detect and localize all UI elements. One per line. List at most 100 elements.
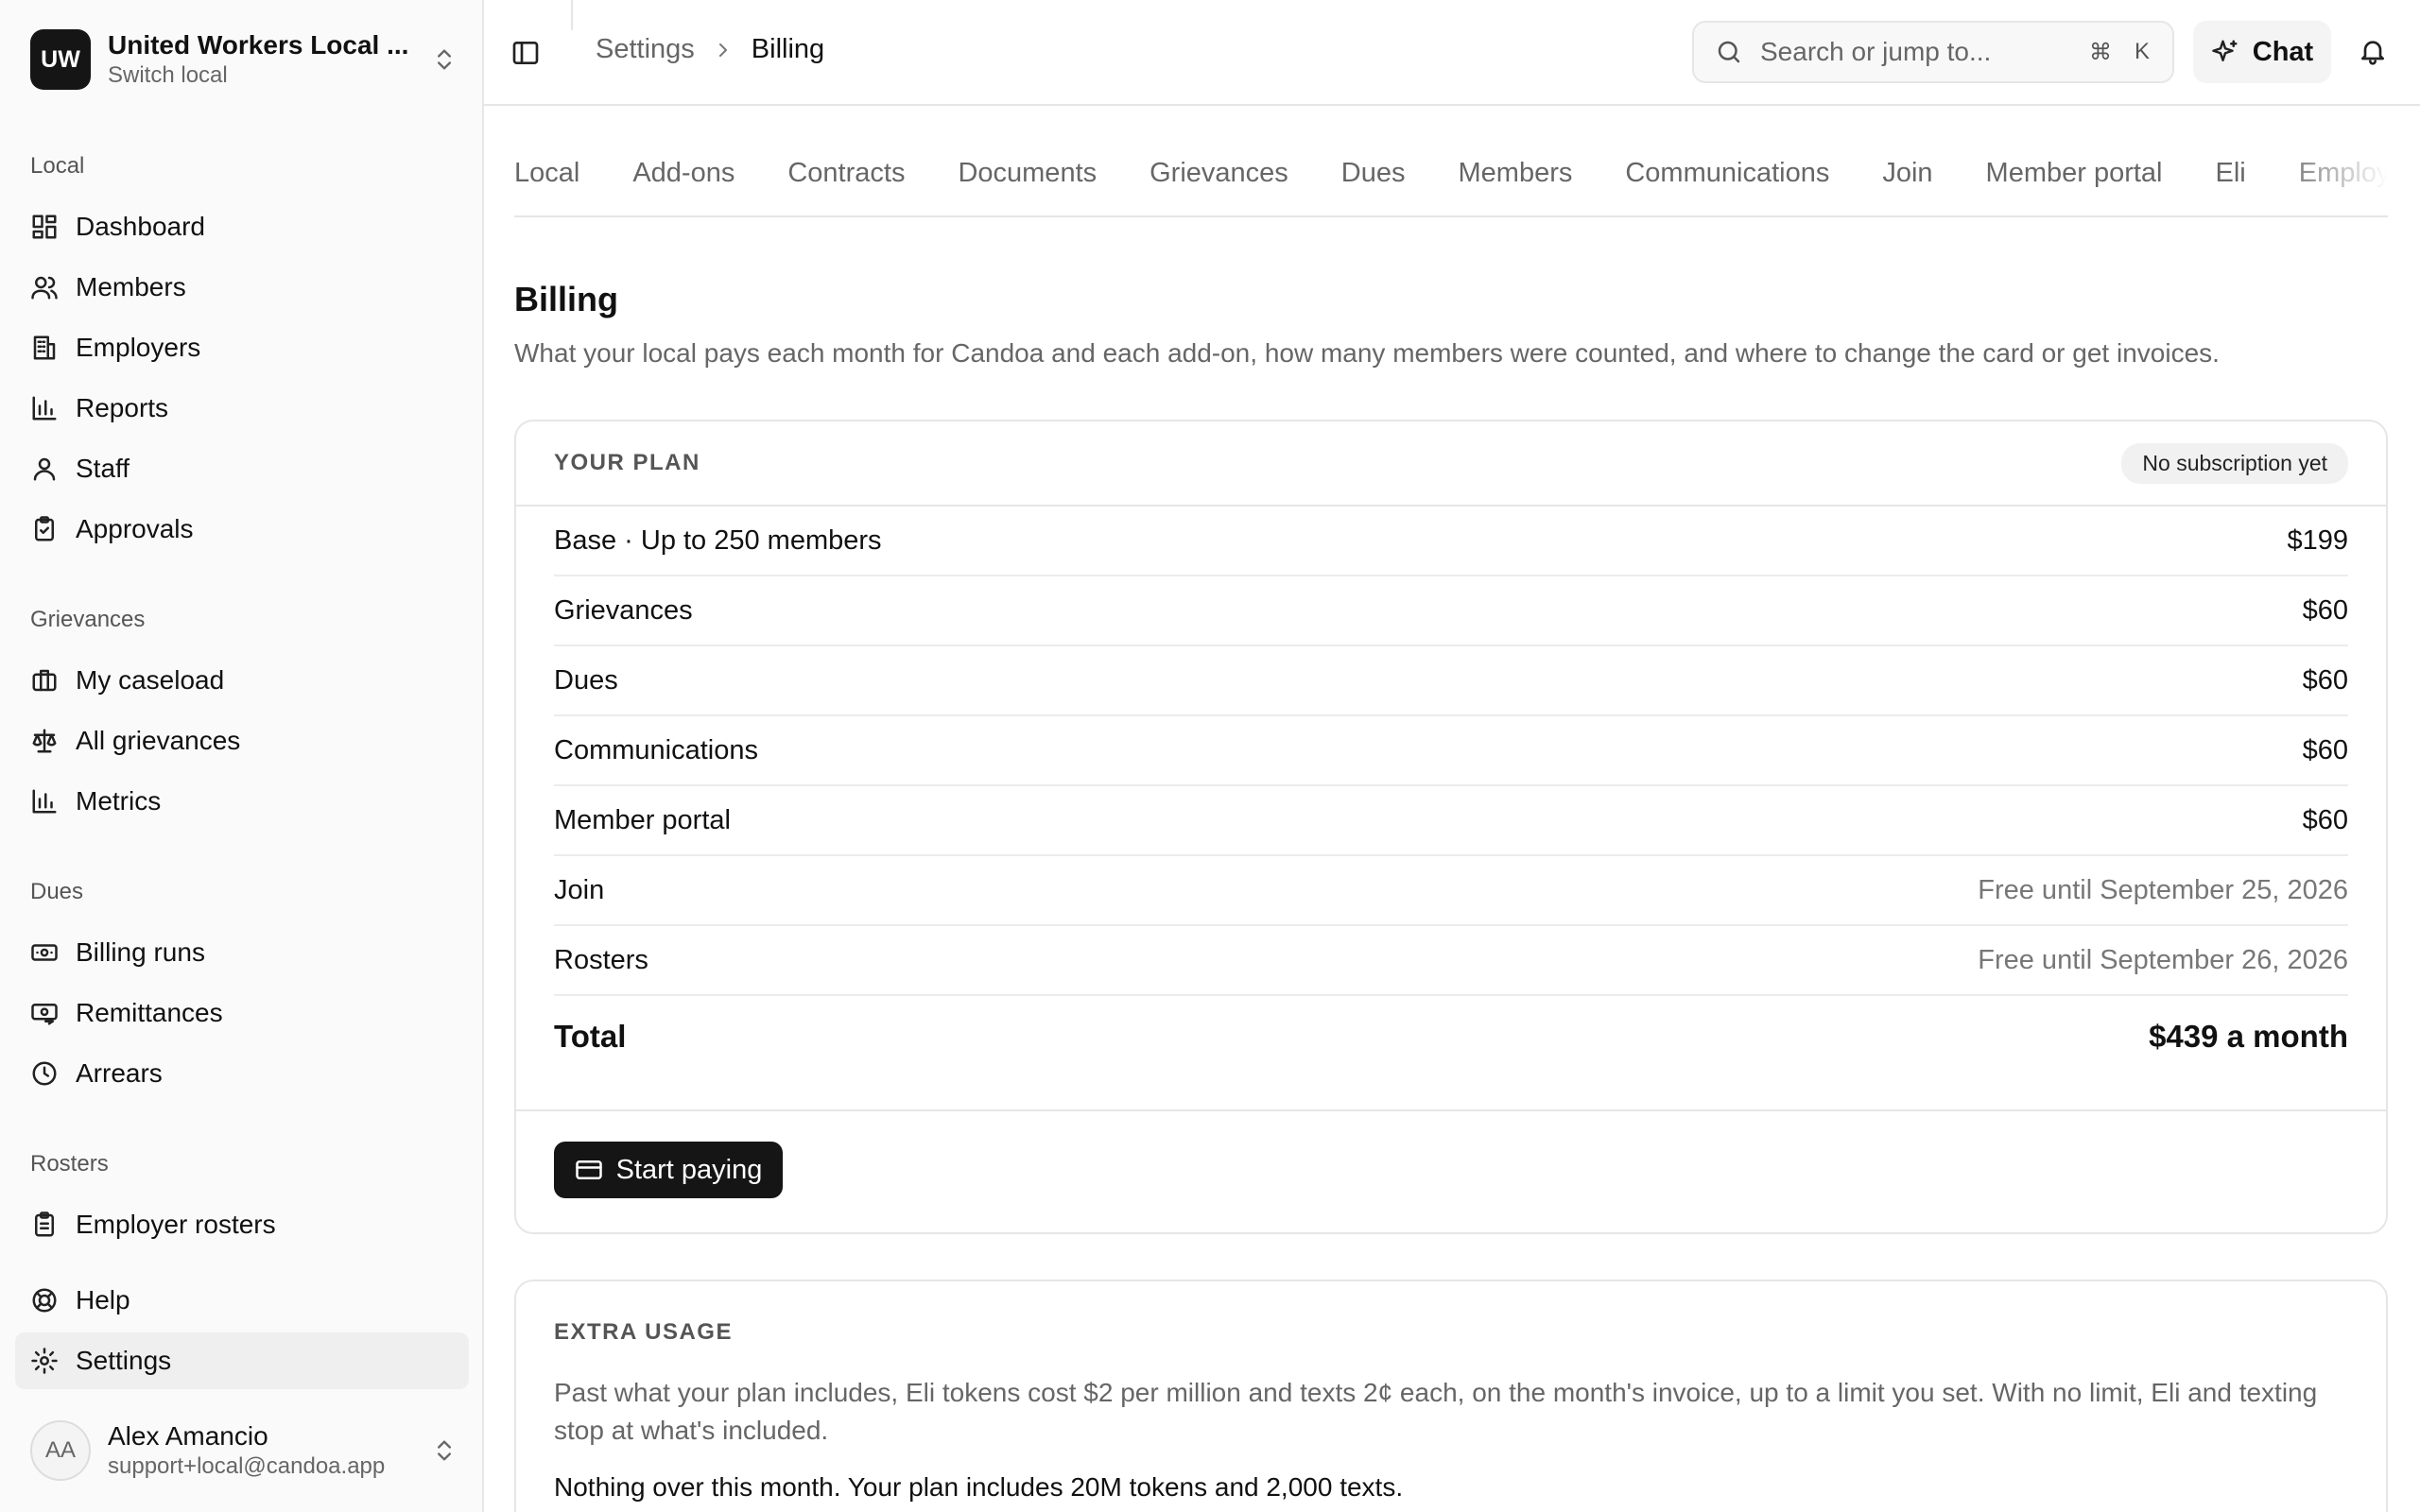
- line-item-price: $199: [2287, 524, 2348, 556]
- sidebar-item-billing-runs[interactable]: Billing runs: [15, 924, 469, 981]
- bar-chart-icon: [32, 789, 57, 814]
- sidebar: UW United Workers Local ... Switch local…: [0, 0, 484, 1512]
- user-icon: [33, 457, 56, 481]
- tab-join[interactable]: Join: [1882, 158, 1932, 189]
- sidebar-item-dashboard[interactable]: Dashboard: [15, 198, 469, 255]
- sidebar-item-reports[interactable]: Reports: [15, 380, 469, 437]
- gear-icon: [31, 1348, 58, 1374]
- sidebar-item-approvals[interactable]: Approvals: [15, 501, 469, 558]
- extra-usage-label: EXTRA USAGE: [554, 1319, 733, 1345]
- clock-icon: [32, 1061, 57, 1086]
- sidebar-item-label: Employers: [76, 333, 201, 362]
- breadcrumb-settings-link[interactable]: Settings: [596, 34, 695, 65]
- search-input[interactable]: Search or jump to... ⌘ K: [1692, 21, 2174, 83]
- chat-label: Chat: [2252, 36, 2314, 67]
- sidebar-item-label: Arrears: [76, 1058, 163, 1088]
- chevrons-up-down-icon: [438, 1440, 451, 1461]
- tab-local[interactable]: Local: [514, 158, 579, 189]
- sidebar-item-all-grievances[interactable]: All grievances: [15, 713, 469, 769]
- tab-communications[interactable]: Communications: [1625, 158, 1829, 189]
- chevrons-up-down-icon: [438, 49, 451, 70]
- users-icon: [31, 276, 58, 300]
- line-item-price: $60: [2302, 734, 2348, 765]
- section-label-rosters: Rosters: [30, 1151, 109, 1177]
- page-title: Billing: [514, 280, 618, 318]
- table-row: Join Free until September 25, 2026: [554, 856, 2348, 926]
- line-item-name: Base · Up to 250 members: [554, 524, 882, 556]
- plan-card-label: YOUR PLAN: [554, 450, 700, 475]
- sidebar-item-label: Approvals: [76, 514, 194, 543]
- extra-usage-description: Past what your plan includes, Eli tokens…: [554, 1378, 2318, 1445]
- sidebar-item-label: Dashboard: [76, 212, 205, 241]
- tab-employers[interactable]: Employers: [2299, 158, 2388, 189]
- status-badge: No subscription yet: [2121, 442, 2348, 484]
- sidebar-item-members[interactable]: Members: [15, 259, 469, 316]
- sidebar-item-arrears[interactable]: Arrears: [15, 1045, 469, 1102]
- sidebar-item-remittances[interactable]: Remittances: [15, 985, 469, 1041]
- shortcut-modifier: ⌘: [2088, 39, 2112, 65]
- search-placeholder: Search or jump to...: [1760, 37, 1992, 66]
- credit-card-icon: [575, 1160, 602, 1179]
- dashboard-icon: [32, 215, 57, 239]
- line-item-name: Join: [554, 874, 605, 905]
- sidebar-item-help[interactable]: Help: [15, 1272, 469, 1329]
- user-name: Alex Amancio: [108, 1421, 268, 1451]
- sidebar-item-settings[interactable]: Settings: [15, 1332, 469, 1389]
- sidebar-item-label: Help: [76, 1285, 130, 1314]
- sidebar-item-label: Reports: [76, 393, 169, 422]
- sidebar-item-label: Metrics: [76, 786, 162, 816]
- search-icon: [1718, 41, 1740, 63]
- sidebar-item-label: Members: [76, 272, 186, 301]
- extra-usage-card: EXTRA USAGE Past what your plan includes…: [514, 1280, 2388, 1512]
- org-switcher[interactable]: UW United Workers Local ... Switch local: [30, 28, 458, 91]
- org-switch-label: Switch local: [108, 62, 228, 88]
- sidebar-item-label: All grievances: [76, 726, 241, 755]
- tab-dues[interactable]: Dues: [1341, 158, 1406, 189]
- tab-add-ons[interactable]: Add-ons: [632, 158, 735, 189]
- sidebar-item-label: Staff: [76, 454, 130, 483]
- section-label-grievances: Grievances: [30, 607, 146, 632]
- banknote-icon: [31, 944, 58, 961]
- table-row: Member portal $60: [554, 786, 2348, 856]
- line-item-price: $60: [2302, 804, 2348, 835]
- chat-button[interactable]: Chat: [2193, 21, 2331, 83]
- shortcut-key: K: [2134, 39, 2150, 64]
- breadcrumb: Settings Billing: [596, 34, 824, 65]
- sidebar-item-label: Employer rosters: [76, 1210, 276, 1239]
- avatar: AA: [30, 1420, 91, 1481]
- start-paying-button[interactable]: Start paying: [554, 1142, 783, 1198]
- line-item-name: Dues: [554, 664, 618, 696]
- total-label: Total: [554, 1019, 627, 1054]
- bar-chart-icon: [32, 396, 57, 421]
- line-item-name: Communications: [554, 734, 758, 765]
- sidebar-item-label: Billing runs: [76, 937, 205, 967]
- tab-member-portal[interactable]: Member portal: [1986, 158, 2163, 189]
- life-buoy-icon: [32, 1288, 57, 1313]
- table-row: Grievances $60: [554, 576, 2348, 646]
- total-row: Total $439 a month: [554, 996, 2348, 1077]
- sidebar-item-label: My caseload: [76, 665, 225, 695]
- user-menu[interactable]: AA Alex Amancio support+local@candoa.app: [30, 1418, 458, 1484]
- tab-members[interactable]: Members: [1459, 158, 1573, 189]
- tab-documents[interactable]: Documents: [958, 158, 1097, 189]
- line-item-price: $60: [2302, 664, 2348, 696]
- sidebar-item-staff[interactable]: Staff: [15, 440, 469, 497]
- notifications-button[interactable]: [2358, 36, 2388, 66]
- line-item-name: Grievances: [554, 594, 693, 626]
- sidebar-item-employers[interactable]: Employers: [15, 319, 469, 376]
- sidebar-toggle-button[interactable]: [510, 38, 541, 68]
- tab-grievances[interactable]: Grievances: [1150, 158, 1288, 189]
- sidebar-item-metrics[interactable]: Metrics: [15, 773, 469, 830]
- sparkles-icon: [2212, 40, 2238, 61]
- sidebar-item-label: Settings: [76, 1346, 172, 1375]
- total-value: $439 a month: [2149, 1019, 2348, 1054]
- tab-contracts[interactable]: Contracts: [787, 158, 905, 189]
- sidebar-item-employer-rosters[interactable]: Employer rosters: [15, 1196, 469, 1253]
- line-item-price: Free until September 26, 2026: [1978, 944, 2348, 975]
- start-paying-label: Start paying: [615, 1154, 763, 1185]
- tab-eli[interactable]: Eli: [2216, 158, 2246, 189]
- bell-icon: [2361, 41, 2384, 65]
- line-item-price: Free until September 25, 2026: [1978, 874, 2348, 905]
- sidebar-item-my-caseload[interactable]: My caseload: [15, 652, 469, 709]
- panel-left-icon: [512, 42, 539, 64]
